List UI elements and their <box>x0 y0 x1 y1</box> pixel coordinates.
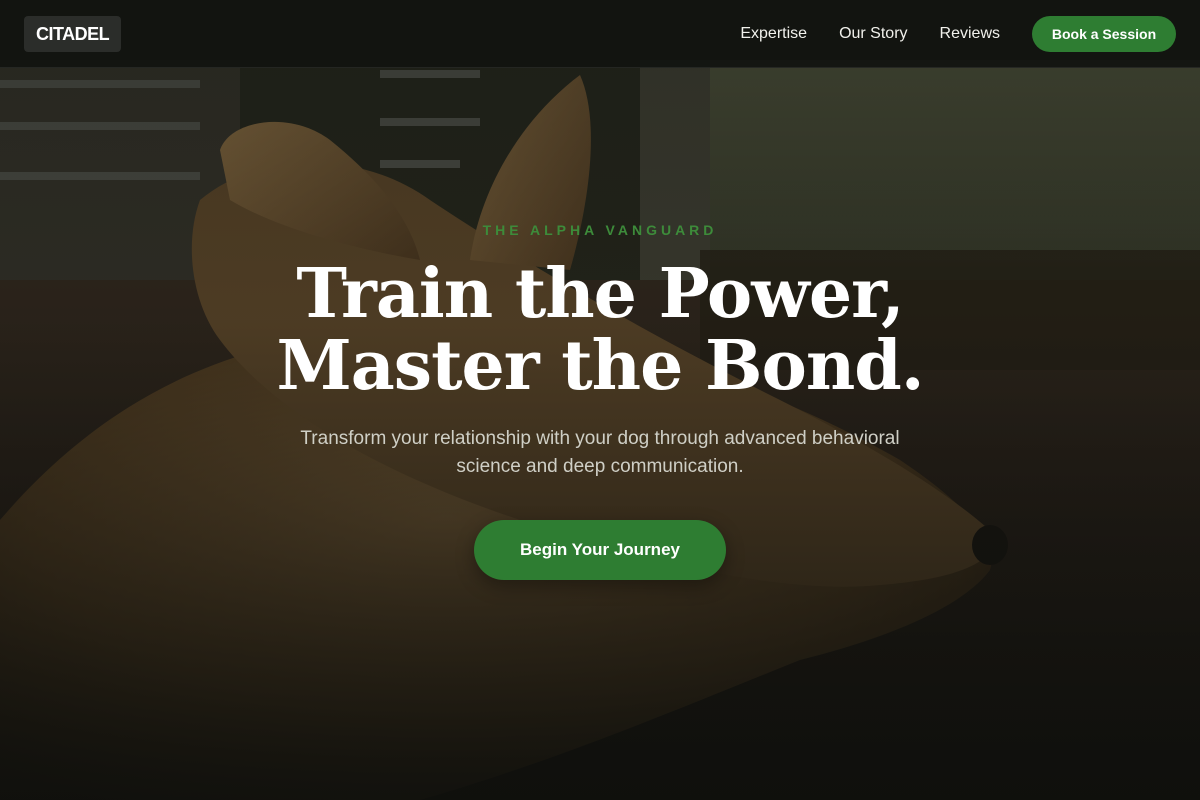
book-session-button[interactable]: Book a Session <box>1032 16 1176 52</box>
nav-link-reviews[interactable]: Reviews <box>940 25 1000 43</box>
hero-subheadline: Transform your relationship with your do… <box>300 428 900 477</box>
landing-page: CITADEL Expertise Our Story Reviews Book… <box>0 0 1200 800</box>
hero-headline-line-1: Train the Power, <box>296 254 904 334</box>
hero-headline: Train the Power, Master the Bond. <box>0 258 1200 402</box>
hero-eyebrow: THE ALPHA VANGUARD <box>482 222 718 238</box>
hero-headline-line-2: Master the Bond. <box>276 326 924 406</box>
brand-logo[interactable]: CITADEL <box>24 16 122 52</box>
top-navbar: CITADEL Expertise Our Story Reviews Book… <box>0 0 1200 68</box>
nav-link-expertise[interactable]: Expertise <box>740 25 807 43</box>
begin-journey-button[interactable]: Begin Your Journey <box>474 520 726 580</box>
hero-section: THE ALPHA VANGUARD Train the Power, Mast… <box>0 0 1200 800</box>
nav-link-our-story[interactable]: Our Story <box>839 25 907 43</box>
nav-links: Expertise Our Story Reviews <box>740 0 1000 68</box>
